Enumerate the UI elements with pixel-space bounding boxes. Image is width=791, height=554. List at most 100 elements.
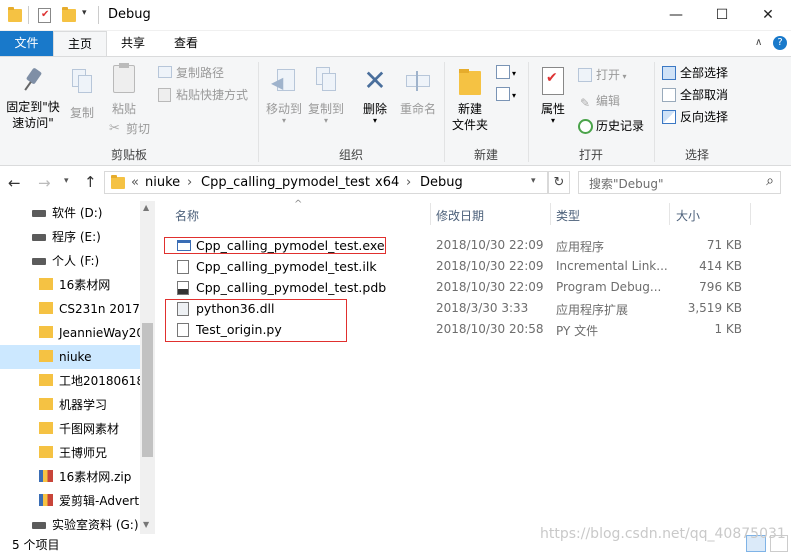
nav-item[interactable]: CS231n 2017: [0, 297, 140, 321]
column-size[interactable]: 大小: [676, 207, 700, 224]
breadcrumb-separator[interactable]: ›: [360, 175, 365, 190]
breadcrumb-project[interactable]: Cpp_calling_pymodel_test: [201, 175, 370, 190]
collapse-ribbon-icon[interactable]: ∧: [755, 37, 762, 48]
file-size: 796 KB: [699, 280, 742, 294]
file-size: 414 KB: [699, 259, 742, 273]
properties-quick-icon[interactable]: ✔: [38, 8, 51, 23]
divider[interactable]: [750, 203, 751, 225]
move-to-icon: ◀: [271, 67, 297, 95]
minimize-button[interactable]: —: [653, 0, 699, 31]
breadcrumb-separator[interactable]: ›: [406, 175, 411, 190]
new-folder-button[interactable]: 新建 文件夹: [446, 67, 494, 133]
navigation-bar: ← → ▾ ↑ « niuke › Cpp_calling_pymodel_te…: [0, 167, 791, 201]
tab-share[interactable]: 共享: [108, 31, 158, 56]
nav-item[interactable]: 千图网素材: [0, 417, 140, 441]
cut-button[interactable]: ✂ 剪切: [106, 119, 150, 139]
scroll-up-icon[interactable]: ▲: [143, 203, 149, 212]
folder-icon: [8, 7, 22, 22]
file-row[interactable]: Cpp_calling_pymodel_test.pdb 2018/10/30 2…: [160, 277, 750, 298]
edit-button[interactable]: ✎ 编辑: [576, 91, 620, 111]
maximize-button[interactable]: ☐: [699, 0, 745, 31]
recent-locations-chevron-icon[interactable]: ▾: [64, 176, 69, 186]
window-title: Debug: [108, 7, 151, 22]
address-dropdown-icon[interactable]: ▾: [531, 176, 536, 186]
pin-quick-access-button[interactable]: 固定到"快 速访问": [4, 67, 62, 131]
tab-file[interactable]: 文件: [0, 31, 53, 56]
nav-item[interactable]: 王博师兄: [0, 441, 140, 465]
nav-item[interactable]: 软件 (D:): [0, 201, 140, 225]
nav-item[interactable]: 16素材网: [0, 273, 140, 297]
paste-button[interactable]: 粘贴: [106, 63, 142, 117]
nav-item[interactable]: 16素材网.zip: [0, 465, 140, 489]
rename-button[interactable]: 重命名: [396, 67, 440, 117]
refresh-icon[interactable]: ↻: [548, 171, 570, 194]
nav-item[interactable]: niuke: [0, 345, 140, 369]
zip-icon: [39, 470, 53, 482]
new-item-icon[interactable]: ▾: [494, 65, 518, 83]
back-arrow-icon[interactable]: ←: [8, 174, 21, 192]
drive-icon: [32, 258, 46, 265]
address-bar[interactable]: « niuke › Cpp_calling_pymodel_test › x64…: [104, 171, 548, 194]
up-arrow-icon[interactable]: ↑: [84, 173, 97, 191]
copy-icon: [70, 69, 94, 97]
nav-item-label: 个人 (F:): [52, 254, 100, 268]
search-placeholder: 搜索"Debug": [589, 177, 664, 191]
invert-selection-button[interactable]: 反向选择: [660, 107, 728, 127]
divider: [28, 6, 29, 24]
tab-home[interactable]: 主页: [53, 31, 107, 56]
column-name[interactable]: 名称: [175, 207, 199, 224]
folder-icon: [39, 302, 53, 314]
scroll-down-icon[interactable]: ▼: [143, 520, 149, 529]
tab-view[interactable]: 查看: [160, 31, 212, 56]
column-date[interactable]: 修改日期: [436, 207, 484, 224]
paste-shortcut-button[interactable]: 粘贴快捷方式: [156, 85, 248, 105]
nav-scrollbar-thumb[interactable]: [142, 323, 153, 457]
breadcrumb-separator[interactable]: ›: [187, 175, 192, 190]
search-input[interactable]: 搜索"Debug" ⌕: [578, 171, 781, 194]
nav-scrollbar[interactable]: ▲ ▼: [140, 201, 155, 534]
help-icon[interactable]: ?: [773, 36, 787, 50]
breadcrumb-debug[interactable]: Debug: [420, 175, 463, 190]
nav-item[interactable]: 机器学习: [0, 393, 140, 417]
close-button[interactable]: ✕: [745, 0, 791, 31]
breadcrumb-x64[interactable]: x64: [375, 175, 399, 190]
delete-button[interactable]: ✕ 删除 ▾: [355, 67, 395, 125]
nav-item[interactable]: 爱剪辑-Advert: [0, 489, 140, 513]
divider[interactable]: [550, 203, 551, 225]
column-type[interactable]: 类型: [556, 207, 580, 224]
divider[interactable]: [430, 203, 431, 225]
group-label-select: 选择: [684, 148, 709, 162]
nav-item[interactable]: 实验室资料 (G:): [0, 513, 140, 534]
divider[interactable]: [669, 203, 670, 225]
new-folder-quick-icon[interactable]: [62, 7, 76, 22]
column-header: ^ 名称 修改日期 类型 大小: [160, 199, 791, 227]
nav-item[interactable]: 工地20180618: [0, 369, 140, 393]
file-size: 3,519 KB: [687, 301, 742, 315]
properties-button[interactable]: ✔ 属性 ▾: [532, 67, 574, 125]
copy-to-button[interactable]: 复制到 ▾: [304, 67, 348, 125]
nav-item[interactable]: 个人 (F:): [0, 249, 140, 273]
folder-icon: [39, 422, 53, 434]
open-button[interactable]: 打开 ▾: [576, 65, 627, 85]
customize-quick-access-icon[interactable]: ▾: [82, 8, 87, 18]
file-row[interactable]: Cpp_calling_pymodel_test.ilk 2018/10/30 2…: [160, 256, 750, 277]
easy-access-icon[interactable]: ▾: [494, 87, 518, 105]
nav-item[interactable]: JeannieWay20: [0, 321, 140, 345]
copy-button[interactable]: 复制: [64, 69, 100, 121]
ribbon: 固定到"快 速访问" 复制 粘贴 复制路径 粘贴快捷方式 ✂ 剪切 剪贴板 ◀ …: [0, 56, 791, 166]
history-button[interactable]: 历史记录: [576, 116, 644, 136]
breadcrumb-niuke[interactable]: niuke: [145, 175, 180, 190]
navigation-pane: 软件 (D:) 程序 (E:) 个人 (F:) 16素材网 CS231n 2017 Jea…: [0, 201, 155, 534]
group-label-open: 打开: [578, 148, 603, 162]
search-icon[interactable]: ⌕: [766, 173, 774, 189]
group-label-organize: 组织: [338, 148, 363, 162]
breadcrumb-overflow[interactable]: «: [131, 175, 139, 190]
nav-item[interactable]: 程序 (E:): [0, 225, 140, 249]
select-all-button[interactable]: 全部选择: [660, 63, 728, 83]
file-type: Incremental Link...: [556, 259, 668, 273]
select-none-button[interactable]: 全部取消: [660, 85, 728, 105]
folder-icon: [111, 175, 125, 189]
forward-arrow-icon[interactable]: →: [38, 174, 51, 192]
copy-path-button[interactable]: 复制路径: [156, 63, 224, 83]
move-to-button[interactable]: ◀ 移动到 ▾: [262, 67, 306, 125]
